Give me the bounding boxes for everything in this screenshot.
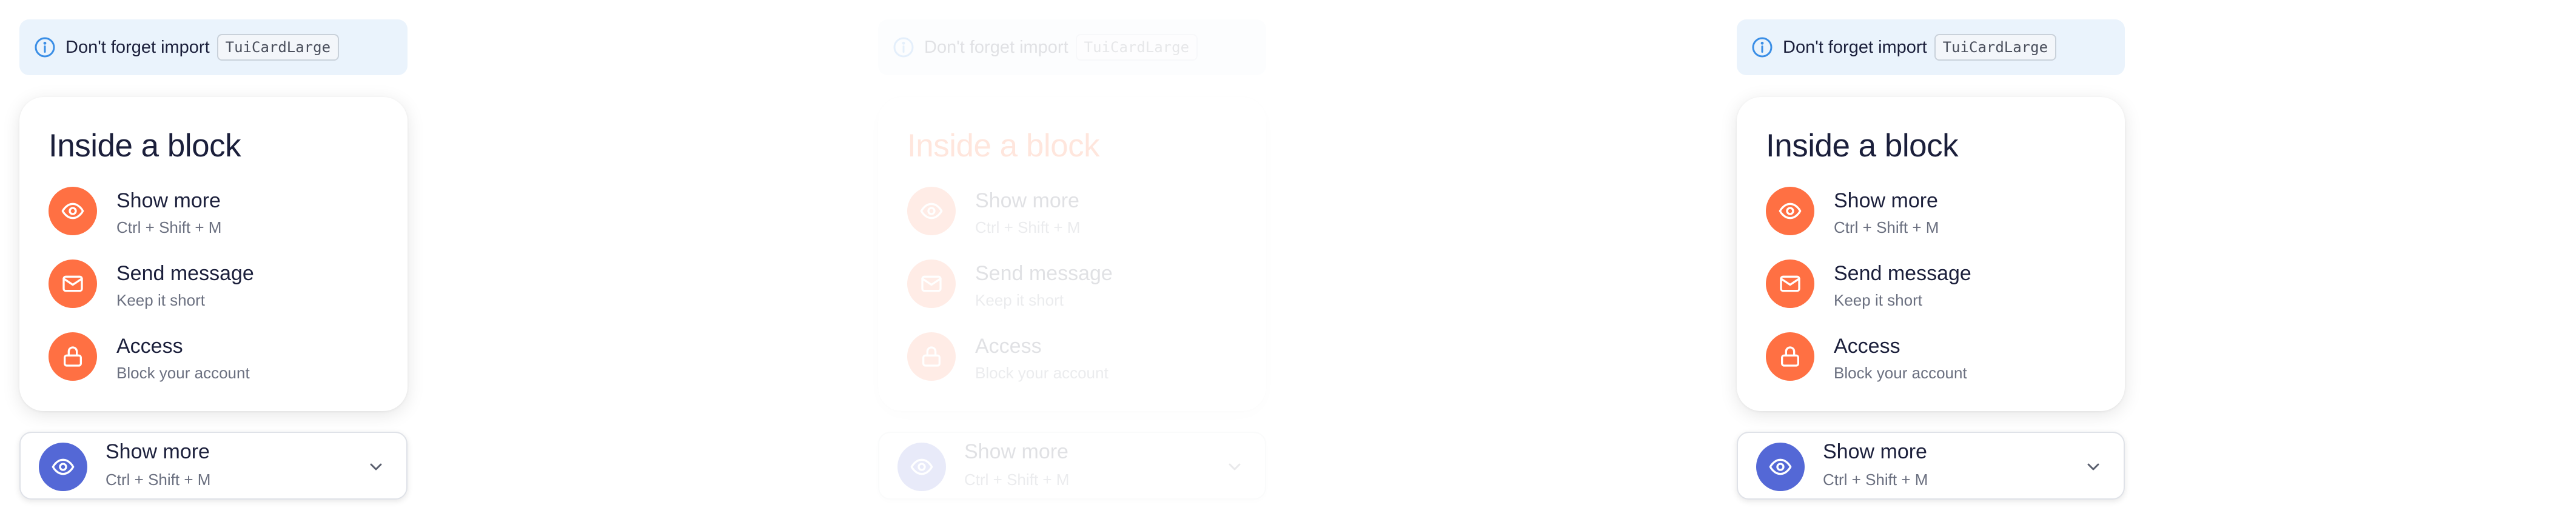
item-label: Show more: [116, 189, 221, 212]
show-more-select[interactable]: Show more Ctrl + Shift + M: [1737, 432, 2125, 500]
item-label: Send message: [975, 262, 1113, 285]
info-icon: [35, 37, 55, 58]
list-item-send-message: Send message Keep it short: [907, 260, 1247, 320]
eye-icon: [907, 187, 956, 235]
demo-panel-1: Don't forget import TuiCardLarge Inside …: [0, 0, 859, 519]
list-item-access[interactable]: Access Block your account: [1766, 332, 2105, 393]
select-description: Ctrl + Shift + M: [1823, 470, 1928, 489]
item-label: Show more: [1834, 189, 1938, 212]
notice-code: TuiCardLarge: [216, 34, 340, 61]
eye-icon: [1766, 187, 1814, 235]
chevron-down-icon[interactable]: [366, 457, 386, 477]
card-title: Inside a block: [907, 128, 1100, 164]
eye-icon: [1756, 443, 1805, 491]
select-description: Ctrl + Shift + M: [106, 470, 211, 489]
lock-icon: [49, 332, 97, 381]
chevron-down-icon: [1229, 463, 1241, 470]
list-item-send-message[interactable]: Send message Keep it short: [49, 260, 388, 320]
import-notice: Don't forget import TuiCardLarge: [19, 19, 408, 75]
notice-code: TuiCardLarge: [1934, 34, 2057, 61]
item-description: Ctrl + Shift + M: [1834, 218, 1939, 236]
item-description: Block your account: [116, 364, 250, 382]
import-notice: Don't forget import TuiCardLarge: [1737, 19, 2125, 75]
item-description: Block your account: [975, 364, 1109, 382]
info-icon: [893, 37, 914, 58]
import-notice: Don't forget import TuiCardLarge: [878, 19, 1266, 75]
item-description: Ctrl + Shift + M: [116, 218, 222, 236]
item-label: Send message: [116, 262, 254, 285]
item-description: Block your account: [1834, 364, 1967, 382]
item-label: Access: [975, 335, 1042, 358]
eye-icon: [49, 187, 97, 235]
show-more-select: Show more Ctrl + Shift + M: [878, 432, 1266, 500]
item-label: Show more: [975, 189, 1079, 212]
select-description: Ctrl + Shift + M: [964, 470, 1070, 489]
notice-text: Don't forget import: [924, 37, 1068, 57]
item-label: Access: [1834, 335, 1900, 358]
chevron-down-icon[interactable]: [2084, 457, 2103, 477]
card-large: Inside a block Show more Ctrl + Shift + …: [1737, 97, 2125, 411]
mail-icon: [49, 260, 97, 308]
card-title: Inside a block: [49, 128, 241, 164]
select-label: Show more: [964, 440, 1068, 463]
item-description: Keep it short: [975, 291, 1064, 309]
mail-icon: [907, 260, 956, 308]
select-label: Show more: [106, 440, 210, 463]
mail-icon: [1766, 260, 1814, 308]
list-item-show-more[interactable]: Show more Ctrl + Shift + M: [1766, 187, 2105, 247]
card-large: Inside a block Show more Ctrl + Shift + …: [19, 97, 408, 411]
lock-icon: [1766, 332, 1814, 381]
item-label: Access: [116, 335, 183, 358]
item-description: Ctrl + Shift + M: [975, 218, 1081, 236]
list-item-send-message[interactable]: Send message Keep it short: [1766, 260, 2105, 320]
notice-text: Don't forget import: [1783, 37, 1927, 57]
eye-icon: [39, 443, 87, 491]
lock-icon: [907, 332, 956, 381]
demo-panel-3: Don't forget import TuiCardLarge Inside …: [1717, 0, 2576, 519]
notice-code: TuiCardLarge: [1075, 34, 1198, 61]
list-item-access: Access Block your account: [907, 332, 1247, 393]
card-large: Inside a block Show more Ctrl + Shift + …: [878, 97, 1266, 411]
card-title: Inside a block: [1766, 128, 1959, 164]
notice-text: Don't forget import: [65, 37, 210, 57]
eye-icon: [897, 443, 946, 491]
item-description: Keep it short: [116, 291, 205, 309]
item-description: Keep it short: [1834, 291, 1922, 309]
list-item-access[interactable]: Access Block your account: [49, 332, 388, 393]
show-more-select[interactable]: Show more Ctrl + Shift + M: [19, 432, 408, 500]
demo-panel-2: Don't forget import TuiCardLarge Inside …: [859, 0, 1717, 519]
item-label: Send message: [1834, 262, 1971, 285]
list-item-show-more: Show more Ctrl + Shift + M: [907, 187, 1247, 247]
list-item-show-more[interactable]: Show more Ctrl + Shift + M: [49, 187, 388, 247]
select-label: Show more: [1823, 440, 1927, 463]
info-icon: [1752, 37, 1773, 58]
